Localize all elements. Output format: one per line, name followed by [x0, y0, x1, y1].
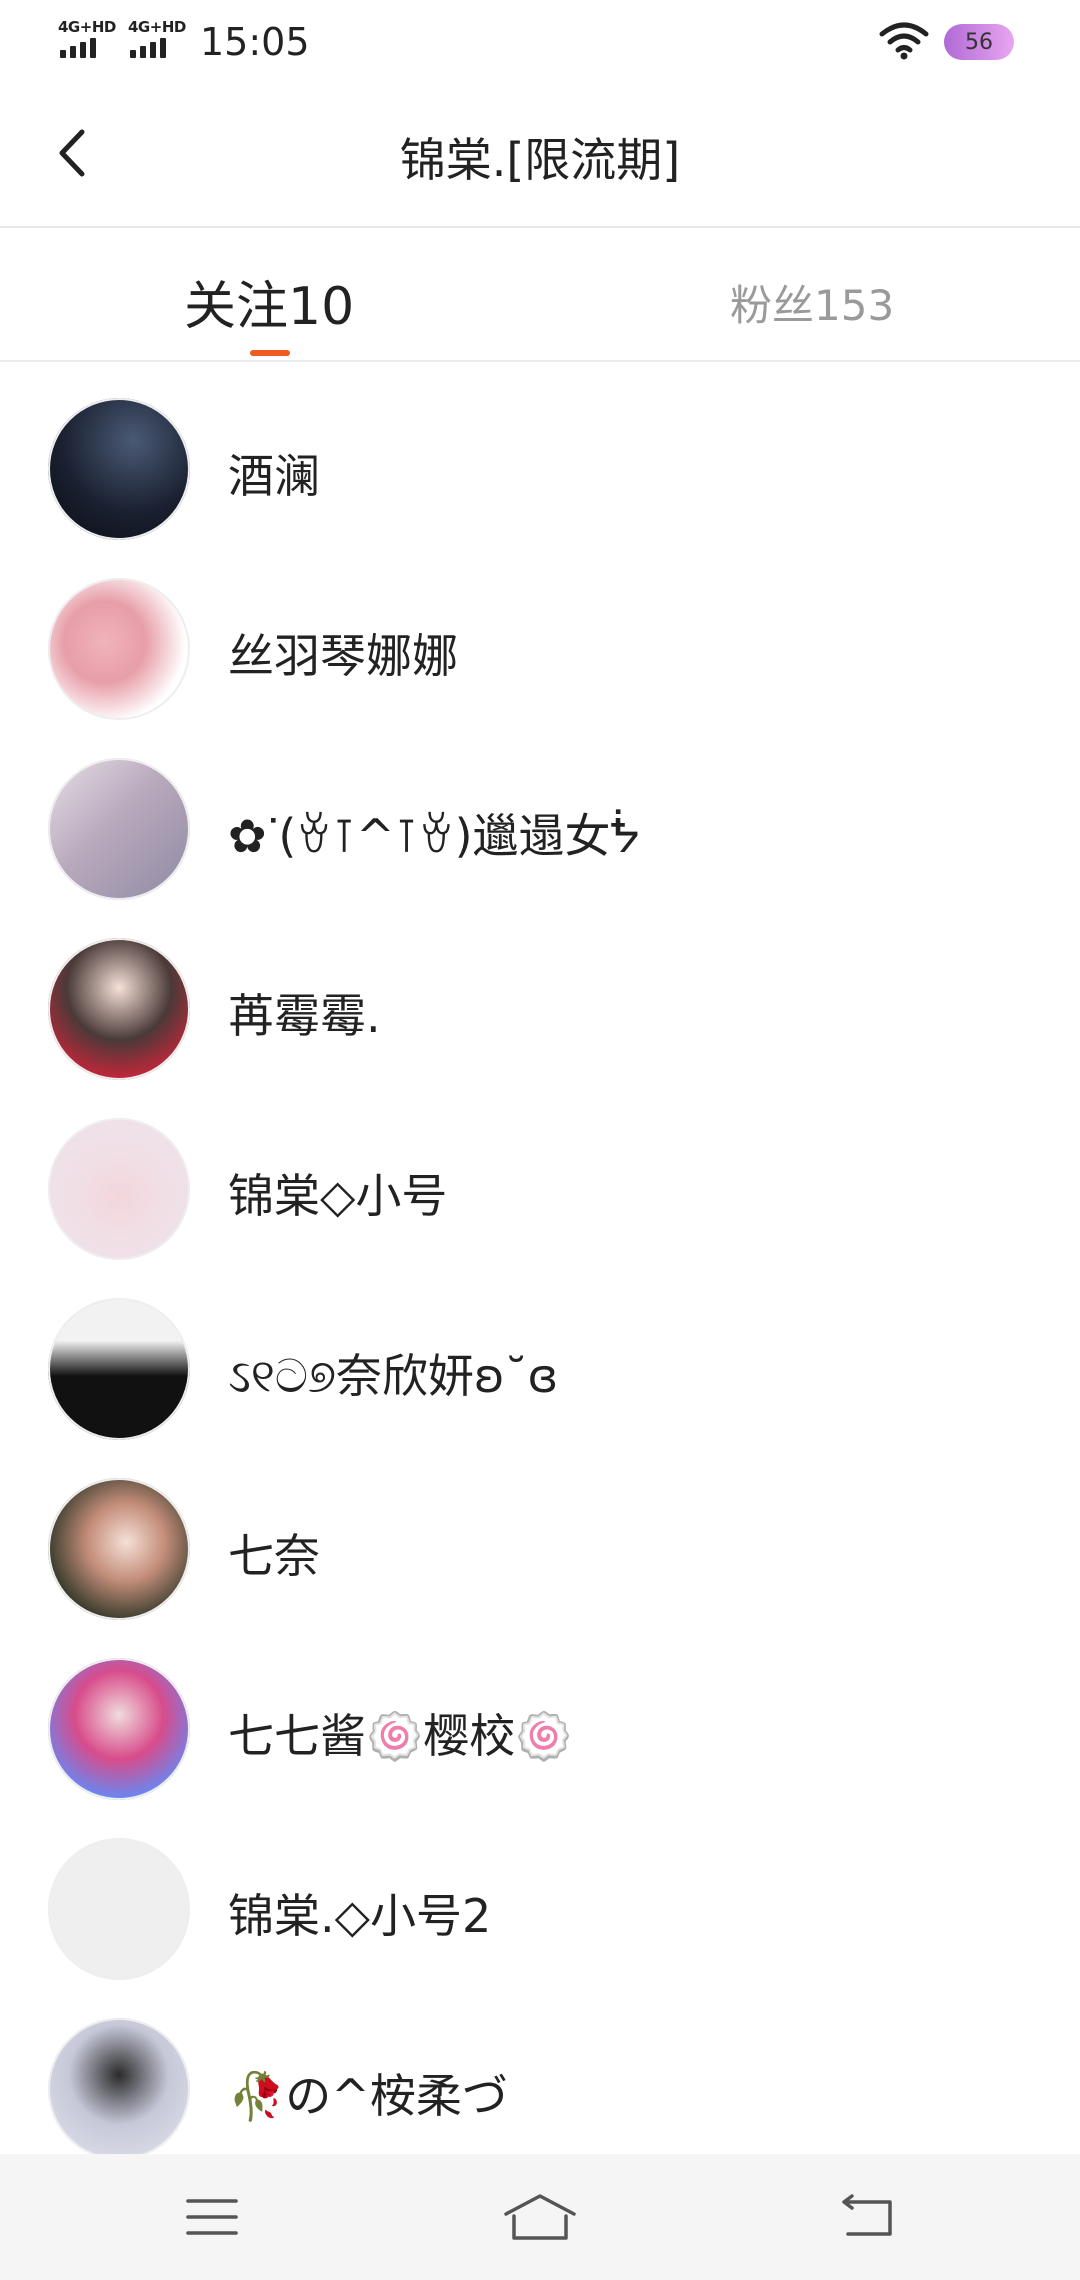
- signal-indicator-2: 4G+HD: [128, 18, 186, 58]
- page-title: 锦棠.[限流期]: [399, 133, 681, 187]
- user-name: 酒澜: [228, 449, 320, 503]
- user-name: ✿ᐝ(ꈊ⊺^⊺ꈊ)邋遢女ᖭ: [228, 809, 641, 863]
- signal-indicator-1: 4G+HD: [58, 18, 116, 58]
- menu-icon: [186, 2199, 238, 2235]
- home-icon: [504, 2194, 576, 2240]
- avatar[interactable]: [48, 1658, 190, 1800]
- avatar[interactable]: [48, 1478, 190, 1620]
- user-name: 🥀の^桉柔づ: [228, 2069, 508, 2123]
- list-item[interactable]: 丝羽琴娜娜: [0, 542, 1080, 722]
- status-bar: 4G+HD 4G+HD 15:05 56: [0, 0, 1080, 88]
- following-list: 酒澜 丝羽琴娜娜 ✿ᐝ(ꈊ⊺^⊺ꈊ)邋遢女ᖭ 苒霉霉. 锦棠◇小号 ઽ୧ට୭奈欣…: [0, 362, 1080, 2162]
- status-time: 15:05: [200, 20, 310, 64]
- list-item[interactable]: 锦棠◇小号: [0, 1082, 1080, 1262]
- tab-bar: 关注10 粉丝153: [0, 228, 1080, 362]
- avatar[interactable]: [48, 758, 190, 900]
- list-item[interactable]: ઽ୧ට୭奈欣妍ʚ˘ɞ: [0, 1262, 1080, 1442]
- avatar[interactable]: [48, 1298, 190, 1440]
- list-item[interactable]: 锦棠.◇小号2: [0, 1802, 1080, 1982]
- home-button[interactable]: [500, 2184, 580, 2250]
- list-item[interactable]: 苒霉霉.: [0, 902, 1080, 1082]
- user-name: 锦棠.◇小号2: [228, 1889, 492, 1943]
- battery-indicator: 56: [944, 24, 1014, 60]
- tab-following[interactable]: 关注10: [184, 264, 354, 337]
- list-item[interactable]: ✿ᐝ(ꈊ⊺^⊺ꈊ)邋遢女ᖭ: [0, 722, 1080, 902]
- list-item[interactable]: 七奈: [0, 1442, 1080, 1622]
- avatar[interactable]: [48, 1118, 190, 1260]
- wifi-icon: [878, 20, 930, 60]
- user-name: 七奈: [228, 1529, 320, 1583]
- user-name: 七七酱🍥樱校🍥: [228, 1709, 573, 1763]
- list-item[interactable]: 🥀の^桉柔づ: [0, 1982, 1080, 2162]
- avatar[interactable]: [48, 938, 190, 1080]
- avatar[interactable]: [48, 398, 190, 540]
- return-button[interactable]: [828, 2184, 908, 2250]
- user-name: 苒霉霉.: [228, 989, 381, 1043]
- avatar[interactable]: [48, 1838, 190, 1980]
- list-item[interactable]: 七七酱🍥樱校🍥: [0, 1622, 1080, 1802]
- tab-followers[interactable]: 粉丝153: [730, 272, 894, 342]
- title-bar: 锦棠.[限流期]: [0, 88, 1080, 228]
- user-name: 丝羽琴娜娜: [228, 629, 458, 683]
- active-tab-indicator: [250, 350, 290, 356]
- avatar[interactable]: [48, 578, 190, 720]
- list-item[interactable]: 酒澜: [0, 362, 1080, 542]
- user-name: ઽ୧ට୭奈欣妍ʚ˘ɞ: [228, 1349, 559, 1403]
- avatar[interactable]: [48, 2018, 190, 2160]
- system-nav-bar: [0, 2154, 1080, 2280]
- menu-button[interactable]: [172, 2184, 252, 2250]
- return-icon: [842, 2194, 892, 2236]
- user-name: 锦棠◇小号: [228, 1169, 448, 1223]
